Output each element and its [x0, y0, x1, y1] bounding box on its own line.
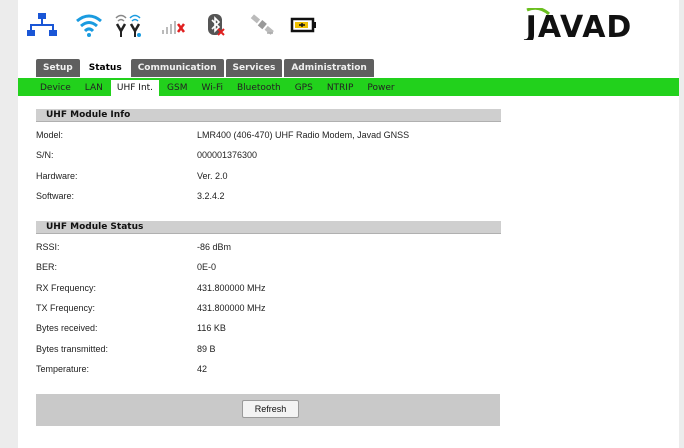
refresh-button[interactable]: Refresh	[242, 400, 299, 418]
subtab-ntrip[interactable]: NTRIP	[321, 80, 360, 96]
row-value: 42	[197, 363, 208, 374]
row-value: 000001376300	[197, 150, 258, 161]
row-label: Software:	[36, 190, 75, 201]
row-value: Ver. 2.0	[197, 170, 228, 181]
page: JAVAD Setup Status Communication Services Ad…	[18, 0, 679, 448]
action-bar: Refresh	[36, 394, 500, 426]
row-value: 0E-0	[197, 262, 217, 273]
info-row: BER: 0E-0	[36, 262, 501, 276]
row-label: Model:	[36, 130, 64, 140]
info-row: Bytes transmitted: 89 B	[36, 344, 501, 358]
row-label: Temperature:	[36, 363, 90, 374]
row-label: TX Frequency:	[36, 302, 96, 313]
javad-logo: JAVAD	[499, 8, 659, 40]
tab-status[interactable]: Status	[81, 59, 129, 77]
info-row: Bytes received: 116 KB	[36, 323, 501, 337]
row-value: 3.2.4.2	[197, 190, 225, 201]
tab-communication[interactable]: Communication	[130, 59, 224, 77]
radio-antenna-icon[interactable]	[114, 12, 144, 38]
subtab-gps[interactable]: GPS	[289, 80, 319, 96]
lan-icon[interactable]	[27, 12, 57, 38]
subtab-wi-fi[interactable]: Wi-Fi	[196, 80, 229, 96]
header: JAVAD	[18, 0, 679, 52]
info-row: Temperature: 42	[36, 364, 501, 378]
tab-services[interactable]: Services	[225, 59, 283, 77]
row-value: 431.800000 MHz	[197, 282, 266, 293]
subtab-lan[interactable]: LAN	[79, 80, 109, 96]
subtab-power[interactable]: Power	[361, 80, 400, 96]
row-label: BER:	[36, 262, 58, 273]
info-row: Model: LMR400 (406-470) UHF Radio Modem, …	[36, 130, 501, 144]
svg-text:JAVAD: JAVAD	[524, 10, 633, 40]
info-row: Hardware: Ver. 2.0	[36, 171, 501, 185]
row-value: -86 dBm	[197, 242, 232, 252]
subtab-device[interactable]: Device	[34, 80, 77, 96]
sub-tabs: Device LAN UHF Int. GSM Wi-Fi Bluetooth GPS NTR…	[34, 80, 401, 96]
row-label: RX Frequency:	[36, 282, 97, 293]
wifi-icon[interactable]	[74, 12, 104, 38]
sub-tab-bar: Device LAN UHF Int. GSM Wi-Fi Bluetooth GPS NTR…	[18, 78, 679, 96]
row-value: 431.800000 MHz	[197, 302, 266, 313]
satellite-icon[interactable]	[247, 12, 277, 38]
row-value: 89 B	[197, 343, 216, 354]
info-row: S/N: 000001376300	[36, 150, 501, 164]
row-label: Bytes transmitted:	[36, 343, 109, 354]
row-value: LMR400 (406-470) UHF Radio Modem, Javad …	[197, 130, 410, 140]
battery-icon[interactable]	[289, 12, 319, 38]
info-row: TX Frequency: 431.800000 MHz	[36, 303, 501, 317]
info-row: RSSI: -86 dBm	[36, 242, 501, 256]
uhf-module-status-header: UHF Module Status	[36, 221, 501, 234]
tab-administration[interactable]: Administration	[284, 59, 374, 77]
row-label: RSSI:	[36, 242, 60, 252]
row-value: 116 KB	[197, 323, 226, 334]
subtab-uhf-int[interactable]: UHF Int.	[110, 80, 160, 96]
row-label: S/N:	[36, 150, 54, 161]
info-row: RX Frequency: 431.800000 MHz	[36, 283, 501, 297]
row-label: Bytes received:	[36, 323, 98, 334]
subtab-gsm[interactable]: GSM	[161, 80, 193, 96]
tab-setup[interactable]: Setup	[36, 59, 80, 77]
bluetooth-icon[interactable]	[201, 12, 231, 38]
subtab-bluetooth[interactable]: Bluetooth	[231, 80, 287, 96]
main-tabs: Setup Status Communication Services Administ…	[36, 59, 374, 77]
row-label: Hardware:	[36, 170, 78, 181]
info-row: Software: 3.2.4.2	[36, 191, 501, 205]
uhf-module-info-header: UHF Module Info	[36, 109, 501, 122]
cellular-signal-icon[interactable]	[159, 12, 189, 38]
